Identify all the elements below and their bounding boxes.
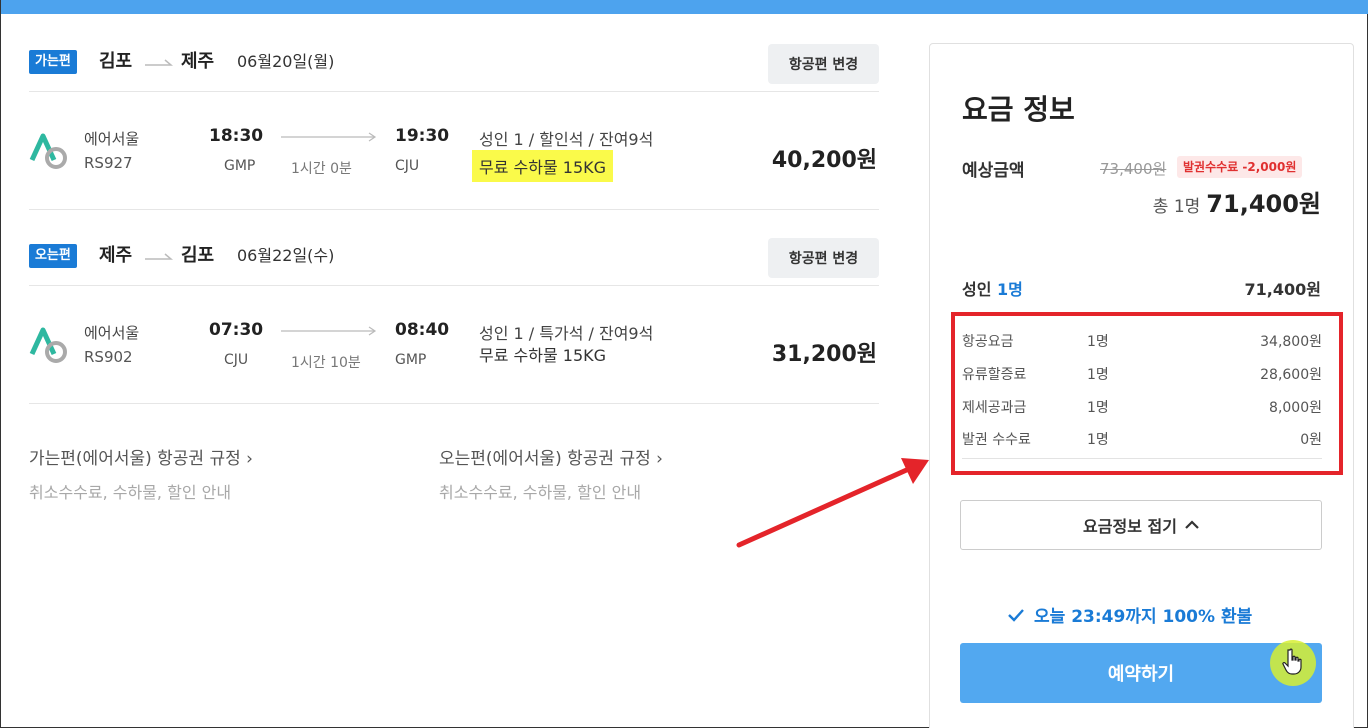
inbound-to-city: 김포 xyxy=(181,245,215,266)
duration-arrow-icon xyxy=(281,326,377,336)
check-icon xyxy=(1008,608,1024,622)
outbound-rules-subtitle: 취소수수료, 수하물, 할인 안내 xyxy=(29,483,232,502)
outbound-header: 가는편 김포 제주 06월20일(월) 항공편 변경 xyxy=(29,42,879,92)
breakdown-name: 항공요금 xyxy=(962,334,1014,350)
inbound-duration: 1시간 10분 xyxy=(291,355,361,371)
outbound-from-city: 김포 xyxy=(99,51,133,72)
outbound-fare-info: 성인 1 / 할인석 / 잔여9석 xyxy=(479,130,654,149)
total-price: 총 1명 71,400원 xyxy=(1153,184,1321,219)
route-arrow-icon xyxy=(145,253,173,260)
breakdown-amount: 0원 xyxy=(1300,432,1322,448)
book-button[interactable]: 예약하기 xyxy=(960,643,1322,703)
inbound-airline: 에어서울 xyxy=(84,324,140,342)
inbound-price: 31,200원 xyxy=(771,342,877,367)
route-arrow-icon xyxy=(145,59,173,66)
outbound-airline: 에어서울 xyxy=(84,130,140,148)
outbound-date: 06월20일(월) xyxy=(237,52,335,71)
outbound-arrival-time: 19:30 xyxy=(395,126,450,146)
inbound-header: 오는편 제주 김포 06월22일(수) 항공편 변경 xyxy=(29,236,879,286)
breakdown-count: 1명 xyxy=(1087,367,1109,383)
inbound-rules-link[interactable]: 오는편(에어서울) 항공권 규정 › 취소수수료, 수하물, 할인 안내 xyxy=(439,444,663,503)
fold-fare-info-button[interactable]: 요금정보 접기 xyxy=(960,500,1322,550)
outbound-flight-number: RS927 xyxy=(84,154,133,172)
refund-text: 오늘 23:49까지 100% 환불 xyxy=(1034,607,1253,627)
air-seoul-logo xyxy=(29,133,67,169)
chevron-up-icon xyxy=(1185,520,1199,529)
outbound-to-city: 제주 xyxy=(181,51,215,72)
outbound-departure-time: 18:30 xyxy=(209,126,264,146)
outbound-badge: 가는편 xyxy=(29,50,77,74)
breakdown-name: 제세공과금 xyxy=(962,400,1027,416)
outbound-price: 40,200원 xyxy=(771,148,877,173)
fare-summary-panel: 요금 정보 예상금액 73,400원 발권수수료 -2,000원 총 1명 71,… xyxy=(929,43,1354,728)
fare-summary-title: 요금 정보 xyxy=(962,93,1075,126)
inbound-badge: 오는편 xyxy=(29,244,77,268)
discount-badge: 발권수수료 -2,000원 xyxy=(1177,156,1303,178)
inbound-baggage-info: 무료 수하물 15KG xyxy=(479,346,607,365)
breakdown-name: 유류할증료 xyxy=(962,367,1027,383)
original-price: 73,400원 xyxy=(1100,160,1167,178)
inbound-change-flight-button[interactable]: 항공편 변경 xyxy=(768,238,879,278)
inbound-departure-time: 07:30 xyxy=(209,320,264,340)
adult-count: 1명 xyxy=(997,280,1023,299)
inbound-arrival-airport: GMP xyxy=(395,352,427,368)
outbound-flight-row[interactable]: 에어서울 RS927 18:30 GMP 1시간 0분 19:30 CJU 성인… xyxy=(29,92,879,210)
inbound-flight-number: RS902 xyxy=(84,348,133,366)
outbound-rules-title: 가는편(에어서울) 항공권 규정 › xyxy=(29,449,253,469)
top-accent-bar xyxy=(1,0,1368,14)
outbound-rules-link[interactable]: 가는편(에어서울) 항공권 규정 › 취소수수료, 수하물, 할인 안내 xyxy=(29,444,253,503)
adult-label-text: 성인 xyxy=(962,280,992,299)
breakdown-count: 1명 xyxy=(1087,432,1109,448)
breakdown-row: 항공요금 1명 34,800원 xyxy=(962,331,1322,355)
adult-label: 성인 1명 xyxy=(962,276,1023,300)
annotation-arrow xyxy=(736,458,929,548)
breakdown-amount: 8,000원 xyxy=(1269,400,1322,416)
air-seoul-logo xyxy=(29,327,67,363)
adult-amount: 71,400원 xyxy=(1244,280,1321,299)
outbound-change-flight-button[interactable]: 항공편 변경 xyxy=(768,44,879,84)
inbound-arrival-time: 08:40 xyxy=(395,320,450,340)
breakdown-row: 제세공과금 1명 8,000원 xyxy=(962,397,1322,421)
inbound-flight-row[interactable]: 에어서울 RS902 07:30 CJU 1시간 10분 08:40 GMP 성… xyxy=(29,286,879,404)
breakdown-amount: 34,800원 xyxy=(1260,334,1322,350)
breakdown-name: 발권 수수료 xyxy=(962,432,1031,448)
outbound-baggage-info: 무료 수하물 15KG xyxy=(472,150,614,182)
inbound-rules-subtitle: 취소수수료, 수하물, 할인 안내 xyxy=(439,483,642,502)
outbound-arrival-airport: CJU xyxy=(395,158,420,174)
breakdown-amount: 28,600원 xyxy=(1260,367,1322,383)
fold-fare-info-label: 요금정보 접기 xyxy=(1083,517,1177,536)
divider xyxy=(962,458,1322,459)
total-passenger-label: 총 1명 xyxy=(1152,197,1201,217)
breakdown-count: 1명 xyxy=(1087,334,1109,350)
inbound-rules-title: 오는편(에어서울) 항공권 규정 › xyxy=(439,449,663,469)
hand-cursor-icon xyxy=(1282,648,1302,675)
breakdown-row: 유류할증료 1명 28,600원 xyxy=(962,364,1322,388)
inbound-date: 06월22일(수) xyxy=(237,246,335,265)
estimate-label: 예상금액 xyxy=(962,161,1025,181)
total-amount: 71,400원 xyxy=(1206,190,1321,218)
breakdown-count: 1명 xyxy=(1087,400,1109,416)
itinerary: 가는편 김포 제주 06월20일(월) 항공편 변경 에어서울 RS927 18… xyxy=(29,42,879,404)
outbound-duration: 1시간 0분 xyxy=(291,161,352,177)
inbound-departure-airport: CJU xyxy=(224,352,249,368)
breakdown-row: 발권 수수료 1명 0원 xyxy=(962,429,1322,453)
inbound-from-city: 제주 xyxy=(99,245,133,266)
refund-notice: 오늘 23:49까지 100% 환불 xyxy=(1008,602,1252,627)
duration-arrow-icon xyxy=(281,132,377,142)
outbound-departure-airport: GMP xyxy=(224,158,256,174)
